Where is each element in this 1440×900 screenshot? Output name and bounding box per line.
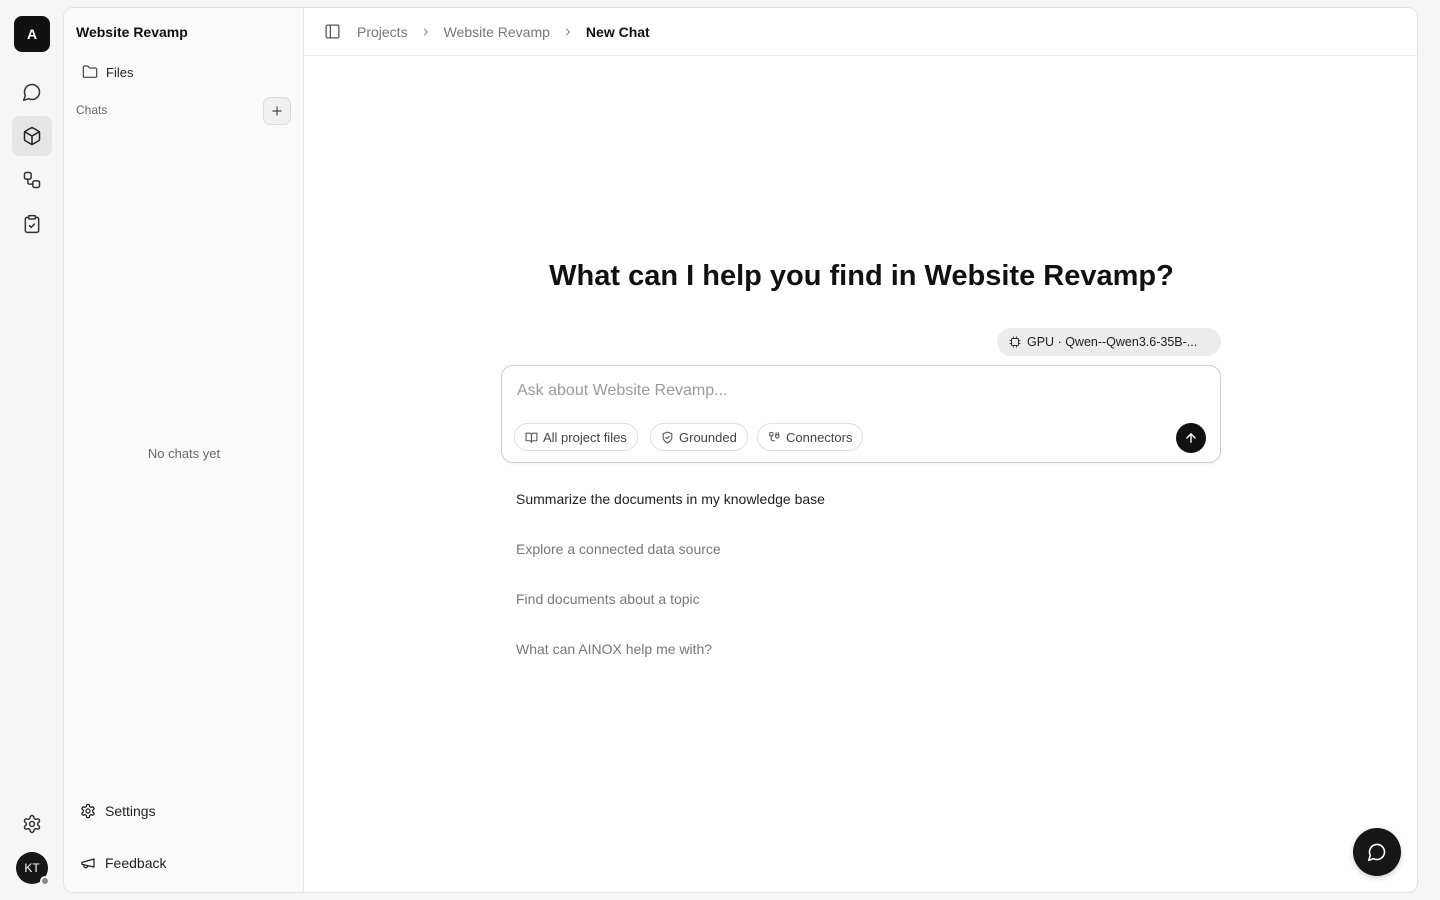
sidebar-settings-link[interactable]: Settings <box>80 799 156 823</box>
chat-composer: All project files Grounded Connectors <box>501 365 1221 463</box>
folder-icon <box>82 64 98 80</box>
suggestion-item[interactable]: Find documents about a topic <box>516 591 700 607</box>
breadcrumb: Projects Website Revamp New Chat <box>357 24 650 40</box>
message-circle-icon <box>1367 842 1387 862</box>
new-chat-button[interactable] <box>263 97 291 125</box>
rail-item-chat[interactable] <box>12 72 52 112</box>
book-open-icon <box>525 431 538 444</box>
sidebar-item-files[interactable]: Files <box>76 60 292 84</box>
feedback-label: Feedback <box>105 855 167 871</box>
connectors-chip[interactable]: Connectors <box>757 423 864 451</box>
connector-icon <box>768 431 781 444</box>
workflow-icon <box>22 170 42 190</box>
support-chat-button[interactable] <box>1353 828 1401 876</box>
user-avatar[interactable]: KT <box>16 852 50 886</box>
empty-chats-text: No chats yet <box>147 446 221 461</box>
box-icon <box>22 126 42 146</box>
chip-label: All project files <box>543 429 627 445</box>
scope-all-project-files-chip[interactable]: All project files <box>514 423 638 451</box>
sidebar-feedback-link[interactable]: Feedback <box>80 851 166 875</box>
grounded-toggle-chip[interactable]: Grounded <box>650 423 748 451</box>
suggestion-item[interactable]: What can AINOX help me with? <box>516 641 712 657</box>
rail-item-projects[interactable] <box>12 116 52 156</box>
icon-rail: A KT <box>0 0 64 900</box>
shield-check-icon <box>661 431 674 444</box>
suggestion-item[interactable]: Explore a connected data source <box>516 541 721 557</box>
chats-section-label: Chats <box>76 103 108 117</box>
chevron-right-icon <box>420 26 432 38</box>
rail-item-workflows[interactable] <box>12 160 52 200</box>
sidebar-item-label: Files <box>106 64 134 80</box>
rail-item-tasks[interactable] <box>12 204 52 244</box>
message-circle-icon <box>22 82 42 102</box>
breadcrumb-projects[interactable]: Projects <box>357 24 408 40</box>
plus-icon <box>270 104 284 118</box>
breadcrumb-project[interactable]: Website Revamp <box>444 24 550 40</box>
model-selector[interactable]: GPU · Qwen--Qwen3.6-35B-... <box>997 328 1221 356</box>
project-sidebar: Website Revamp Files Chats No chats yet … <box>64 8 304 892</box>
breadcrumb-current: New Chat <box>585 23 650 40</box>
chat-pane: Projects Website Revamp New Chat What ca… <box>304 8 1417 892</box>
chevron-right-icon <box>562 26 574 38</box>
page-title: What can I help you find in Website Reva… <box>549 260 1174 292</box>
gear-icon <box>80 803 96 819</box>
project-title: Website Revamp <box>76 24 188 40</box>
main-card: Website Revamp Files Chats No chats yet … <box>63 7 1418 893</box>
rail-settings-button[interactable] <box>12 804 52 844</box>
send-button[interactable] <box>1176 423 1206 453</box>
status-dot <box>40 876 50 886</box>
megaphone-icon <box>80 855 96 871</box>
avatar-initials: KT <box>24 861 40 875</box>
settings-label: Settings <box>105 803 156 819</box>
panel-left-icon <box>324 23 341 40</box>
cpu-icon <box>1009 336 1021 348</box>
chip-label: Connectors <box>786 429 853 445</box>
suggestion-item[interactable]: Summarize the documents in my knowledge … <box>516 491 825 507</box>
top-bar: Projects Website Revamp New Chat <box>304 8 1417 56</box>
chat-input[interactable] <box>517 378 1157 404</box>
arrow-up-icon <box>1184 431 1198 445</box>
model-label: GPU · Qwen--Qwen3.6-35B-... <box>1027 335 1198 349</box>
gear-icon <box>22 814 42 834</box>
toggle-sidebar-button[interactable] <box>324 23 341 40</box>
clipboard-check-icon <box>22 214 42 234</box>
chip-label: Grounded <box>679 429 737 445</box>
app-logo[interactable]: A <box>14 16 50 52</box>
